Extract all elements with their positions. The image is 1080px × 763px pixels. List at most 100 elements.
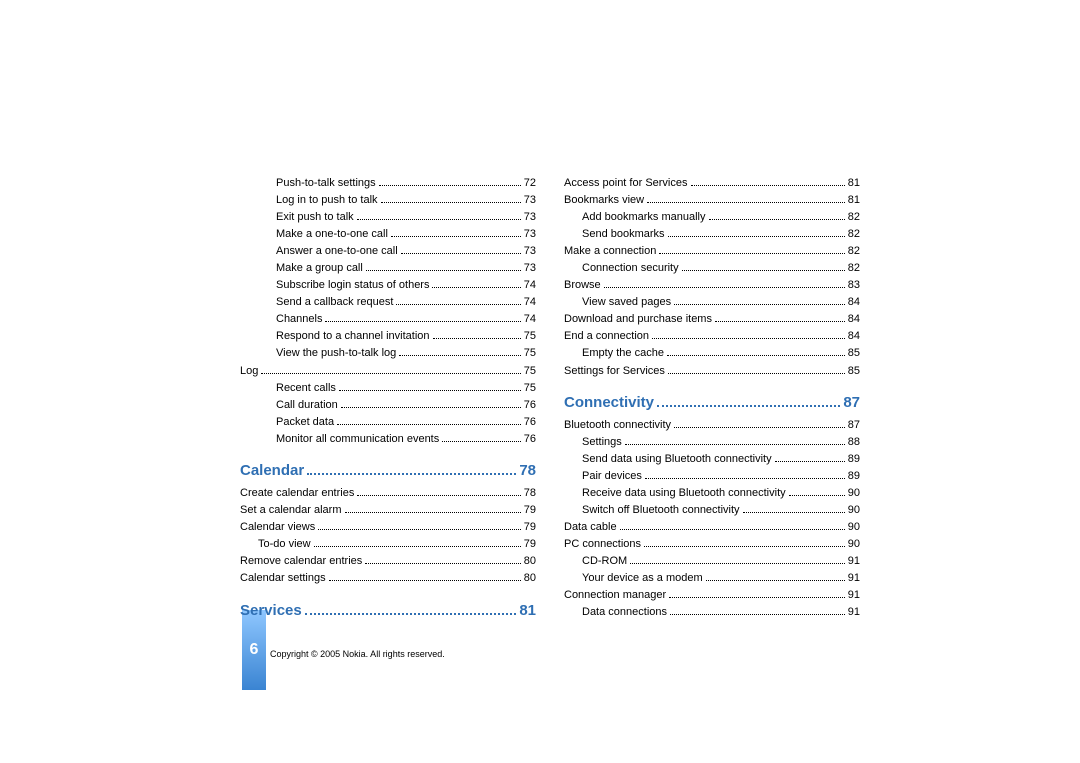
toc-entry: Recent calls 75 [240, 380, 536, 397]
toc-entry-page: 78 [524, 485, 536, 502]
toc-entry-label: Recent calls [276, 380, 336, 397]
toc-entry-label: Switch off Bluetooth connectivity [582, 502, 740, 519]
toc-leader-dots [399, 347, 520, 357]
toc-columns: Push-to-talk settings 72Log in to push to… [240, 175, 860, 625]
toc-entry: Bookmarks view81 [564, 192, 860, 209]
toc-section-page: 87 [843, 394, 860, 411]
toc-entry: Settings88 [564, 434, 860, 451]
toc-leader-dots [401, 244, 521, 254]
toc-entry: View saved pages 84 [564, 294, 860, 311]
toc-right-column: Access point for Services81Bookmarks vie… [564, 175, 860, 625]
toc-entry-label: Answer a one-to-one call [276, 243, 398, 260]
toc-entry-page: 80 [524, 553, 536, 570]
toc-leader-dots [366, 261, 521, 271]
toc-entry: View the push-to-talk log75 [240, 345, 536, 362]
toc-entry-label: End a connection [564, 328, 649, 345]
toc-entry-label: Send bookmarks [582, 226, 665, 243]
toc-entry-page: 87 [848, 417, 860, 434]
toc-entry-label: Calendar settings [240, 570, 326, 587]
toc-entry: Channels 74 [240, 311, 536, 328]
toc-entry-page: 74 [524, 311, 536, 328]
toc-entry-label: Settings for Services [564, 363, 665, 380]
toc-leader-dots [314, 537, 521, 547]
toc-entry-label: PC connections [564, 536, 641, 553]
toc-entry: Data connections91 [564, 604, 860, 621]
toc-entry-label: Call duration [276, 397, 338, 414]
toc-entry-page: 73 [524, 209, 536, 226]
toc-entry: Make a one-to-one call73 [240, 226, 536, 243]
toc-entry: Push-to-talk settings 72 [240, 175, 536, 192]
toc-leader-dots [337, 415, 521, 425]
toc-entry-page: 83 [848, 277, 860, 294]
toc-leader-dots [261, 364, 520, 374]
toc-entry-label: Set a calendar alarm [240, 502, 342, 519]
toc-section-label: Calendar [240, 462, 304, 479]
toc-entry-page: 82 [848, 209, 860, 226]
toc-entry-page: 75 [524, 328, 536, 345]
toc-entry-label: CD-ROM [582, 553, 627, 570]
toc-entry-label: Connection manager [564, 587, 666, 604]
toc-left-column: Push-to-talk settings 72Log in to push to… [240, 175, 536, 625]
toc-entry: Receive data using Bluetooth connectivit… [564, 485, 860, 502]
toc-entry-label: Respond to a channel invitation [276, 328, 430, 345]
toc-entry: Access point for Services81 [564, 175, 860, 192]
toc-entry-page: 73 [524, 243, 536, 260]
toc-section-label: Services [240, 602, 302, 619]
toc-entry: Bluetooth connectivity87 [564, 417, 860, 434]
toc-entry: Send a callback request 74 [240, 294, 536, 311]
toc-entry: Connection security82 [564, 260, 860, 277]
toc-entry-page: 74 [524, 294, 536, 311]
toc-entry: Data cable90 [564, 519, 860, 536]
toc-entry-page: 73 [524, 226, 536, 243]
toc-leader-dots [667, 347, 845, 357]
toc-entry-page: 82 [848, 260, 860, 277]
toc-entry-label: Remove calendar entries [240, 553, 362, 570]
toc-leader-dots [659, 244, 844, 254]
toc-entry-page: 79 [524, 519, 536, 536]
toc-entry-page: 82 [848, 226, 860, 243]
toc-leader-dots [706, 571, 845, 581]
toc-page: Push-to-talk settings 72Log in to push to… [240, 175, 860, 659]
toc-leader-dots [709, 210, 845, 220]
toc-entry: Monitor all communication events76 [240, 431, 536, 448]
toc-entry-label: Log [240, 363, 258, 380]
toc-section-page: 81 [519, 602, 536, 619]
toc-entry-label: Data cable [564, 519, 617, 536]
toc-entry-label: Access point for Services [564, 175, 688, 192]
toc-entry-page: 89 [848, 451, 860, 468]
toc-entry-page: 73 [524, 260, 536, 277]
toc-entry-label: Monitor all communication events [276, 431, 439, 448]
toc-entry: Switch off Bluetooth connectivity90 [564, 502, 860, 519]
toc-leader-dots [625, 435, 845, 445]
toc-entry-page: 84 [848, 294, 860, 311]
toc-entry-page: 84 [848, 311, 860, 328]
toc-entry-page: 72 [524, 175, 536, 192]
toc-entry-page: 76 [524, 397, 536, 414]
toc-leader-dots [381, 193, 521, 203]
toc-entry: To-do view79 [240, 536, 536, 553]
toc-entry-label: Send data using Bluetooth connectivity [582, 451, 772, 468]
toc-entry: Make a connection82 [564, 243, 860, 260]
toc-entry-label: Subscribe login status of others [276, 277, 429, 294]
toc-entry-label: View the push-to-talk log [276, 345, 396, 362]
toc-entry: Make a group call73 [240, 260, 536, 277]
toc-leader-dots [669, 588, 845, 598]
toc-entry-page: 75 [524, 363, 536, 380]
toc-entry-label: Push-to-talk settings [276, 175, 376, 192]
toc-leader-dots [674, 296, 845, 306]
toc-entry-page: 90 [848, 485, 860, 502]
toc-entry: Log in to push to talk73 [240, 192, 536, 209]
toc-entry-page: 75 [524, 380, 536, 397]
toc-leader-dots [668, 227, 845, 237]
toc-leader-dots [339, 381, 521, 391]
toc-entry-label: Your device as a modem [582, 570, 703, 587]
toc-entry: Calendar views79 [240, 519, 536, 536]
toc-entry-label: Channels [276, 311, 322, 328]
toc-entry-page: 91 [848, 553, 860, 570]
toc-entry-label: Send a callback request [276, 294, 393, 311]
toc-entry-label: Data connections [582, 604, 667, 621]
toc-entry: Packet data76 [240, 414, 536, 431]
toc-entry-label: Receive data using Bluetooth connectivit… [582, 485, 786, 502]
toc-leader-dots [657, 394, 840, 407]
toc-entry-label: View saved pages [582, 294, 671, 311]
